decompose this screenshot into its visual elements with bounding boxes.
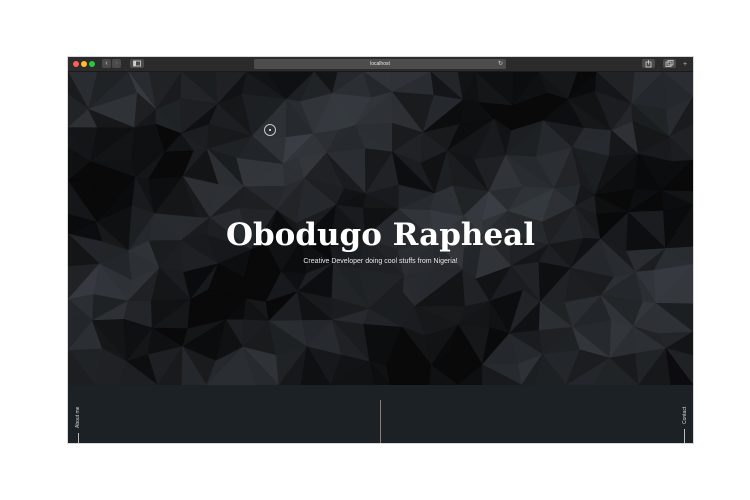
sidebar-icon (133, 60, 141, 67)
forward-button[interactable]: › (112, 59, 121, 68)
lower-section: About me Contact (68, 385, 693, 443)
about-me-link[interactable]: About me (75, 407, 81, 428)
browser-toolbar: ‹ › localhost ↻ + (68, 57, 693, 72)
hero-title: Obodugo Rapheal (225, 217, 536, 253)
cursor-follower (264, 124, 276, 136)
browser-window: ‹ › localhost ↻ + Obodugo Rapheal Creati… (68, 57, 693, 443)
tabs-icon (665, 60, 674, 67)
forward-chevron-icon: › (115, 60, 118, 67)
minimize-window-button[interactable] (81, 61, 87, 67)
share-icon (645, 60, 652, 68)
share-button[interactable] (642, 59, 655, 68)
reload-icon[interactable]: ↻ (498, 59, 503, 69)
address-bar[interactable]: localhost ↻ (254, 59, 506, 69)
new-tab-icon[interactable]: + (683, 60, 687, 69)
zoom-window-button[interactable] (89, 61, 95, 67)
center-divider (380, 400, 381, 443)
about-line (78, 433, 79, 443)
back-chevron-icon: ‹ (105, 60, 108, 67)
contact-line (684, 429, 685, 443)
sidebar-toggle-button[interactable] (130, 59, 144, 68)
hero-subtitle: Creative Developer doing cool stuffs fro… (303, 258, 458, 265)
show-tabs-button[interactable] (663, 59, 676, 68)
address-bar-url: localhost (370, 61, 390, 67)
close-window-button[interactable] (73, 61, 79, 67)
cursor-dot (269, 129, 271, 131)
hero-section: Obodugo Rapheal Creative Developer doing… (68, 72, 693, 385)
back-button[interactable]: ‹ (102, 59, 111, 68)
contact-link[interactable]: Contact (682, 407, 688, 424)
